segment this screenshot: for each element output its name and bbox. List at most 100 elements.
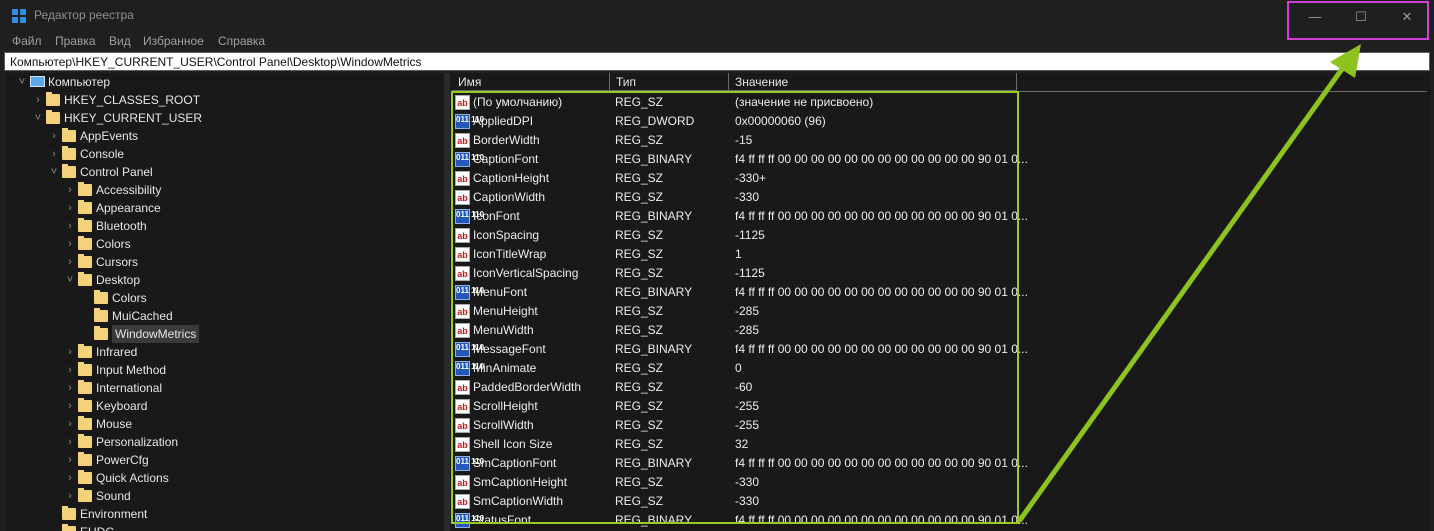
binary-value-icon: 011 110 [455, 342, 484, 357]
chevron-right-icon[interactable]: › [64, 217, 76, 235]
maximize-button[interactable]: ☐ [1341, 7, 1381, 27]
value-data: -255 [735, 418, 760, 432]
value-row[interactable]: 011 110 MessageFont REG_BINARY f4 ff ff ff … [450, 340, 1430, 359]
tree-item[interactable]: › International [6, 379, 444, 397]
value-type: REG_SZ [615, 171, 664, 185]
value-type: REG_SZ [615, 323, 664, 337]
chevron-right-icon[interactable]: › [64, 487, 76, 505]
tree-item[interactable]: ˅ Компьютер [6, 73, 444, 91]
chevron-right-icon[interactable]: › [64, 415, 76, 433]
chevron-right-icon[interactable]: › [64, 451, 76, 469]
menu-edit[interactable]: Правка [55, 34, 96, 48]
chevron-down-icon[interactable]: ˅ [64, 271, 76, 289]
tree-item[interactable]: ˅ HKEY_CURRENT_USER [6, 109, 444, 127]
address-bar[interactable]: Компьютер\HKEY_CURRENT_USER\Control Pane… [4, 52, 1430, 71]
tree-item[interactable]: › HKEY_CLASSES_ROOT [6, 91, 444, 109]
chevron-right-icon[interactable]: › [64, 469, 76, 487]
tree-item[interactable]: Environment [6, 505, 444, 523]
value-row[interactable]: ab IconVerticalSpacing REG_SZ -1125 [450, 264, 1430, 283]
tree-item[interactable]: › Input Method [6, 361, 444, 379]
chevron-right-icon[interactable]: › [48, 127, 60, 145]
value-data: -330 [735, 494, 760, 508]
tree-item[interactable]: › Sound [6, 487, 444, 505]
chevron-right-icon[interactable]: › [64, 397, 76, 415]
value-row[interactable]: ab ScrollWidth REG_SZ -255 [450, 416, 1430, 435]
menu-view[interactable]: Вид [109, 34, 131, 48]
value-row[interactable]: ab IconSpacing REG_SZ -1125 [450, 226, 1430, 245]
tree-item[interactable]: ˅ Desktop [6, 271, 444, 289]
chevron-right-icon[interactable]: › [64, 379, 76, 397]
chevron-right-icon[interactable]: › [64, 199, 76, 217]
chevron-right-icon[interactable]: › [64, 361, 76, 379]
value-row[interactable]: ab Shell Icon Size REG_SZ 32 [450, 435, 1430, 454]
tree-item[interactable]: MuiCached [6, 307, 444, 325]
tree-item[interactable]: › Appearance [6, 199, 444, 217]
value-row[interactable]: 011 110 IconFont REG_BINARY f4 ff ff ff 00 … [450, 207, 1430, 226]
value-data: -330 [735, 475, 760, 489]
chevron-right-icon[interactable]: › [48, 145, 60, 163]
menu-help[interactable]: Справка [218, 34, 265, 48]
tree-item[interactable]: EUDC [6, 523, 444, 531]
menu-file[interactable]: Файл [12, 34, 42, 48]
chevron-right-icon[interactable]: › [64, 181, 76, 199]
chevron-right-icon[interactable]: › [64, 433, 76, 451]
folder-icon [62, 506, 76, 520]
value-row[interactable]: 011 110 CaptionFont REG_BINARY f4 ff ff ff … [450, 150, 1430, 169]
value-row[interactable]: ab CaptionHeight REG_SZ -330+ [450, 169, 1430, 188]
value-row[interactable]: ab MenuWidth REG_SZ -285 [450, 321, 1430, 340]
chevron-down-icon[interactable]: ˅ [48, 163, 60, 181]
tree-item[interactable]: › Personalization [6, 433, 444, 451]
tree-item[interactable]: WindowMetrics [6, 325, 444, 343]
string-value-icon: ab [455, 228, 470, 243]
chevron-right-icon[interactable]: › [64, 343, 76, 361]
chevron-down-icon[interactable]: ˅ [32, 109, 44, 127]
tree-item[interactable]: › Quick Actions [6, 469, 444, 487]
value-row[interactable]: ab SmCaptionHeight REG_SZ -330 [450, 473, 1430, 492]
string-value-icon: ab [455, 494, 470, 509]
value-row[interactable]: 011 110 AppliedDPI REG_DWORD 0x00000060 (96… [450, 112, 1430, 131]
column-header-type[interactable]: Тип [610, 73, 729, 91]
chevron-right-icon[interactable]: › [64, 235, 76, 253]
value-row[interactable]: 011 110 MinAnimate REG_SZ 0 [450, 359, 1430, 378]
value-row[interactable]: ab ScrollHeight REG_SZ -255 [450, 397, 1430, 416]
value-name: CaptionHeight [473, 171, 550, 185]
value-row[interactable]: 011 110 StatusFont REG_BINARY f4 ff ff ff 0… [450, 511, 1430, 530]
tree-item[interactable]: › Colors [6, 235, 444, 253]
tree-item[interactable]: › Cursors [6, 253, 444, 271]
column-header-name[interactable]: Имя [452, 73, 610, 91]
value-name: PaddedBorderWidth [473, 380, 582, 394]
tree-item[interactable]: › Accessibility [6, 181, 444, 199]
value-row[interactable]: ab PaddedBorderWidth REG_SZ -60 [450, 378, 1430, 397]
tree-item[interactable]: › Mouse [6, 415, 444, 433]
tree-item[interactable]: Colors [6, 289, 444, 307]
value-name: IconTitleWrap [473, 247, 547, 261]
chevron-right-icon[interactable]: › [64, 253, 76, 271]
tree-item[interactable]: ˅ Control Panel [6, 163, 444, 181]
value-row[interactable]: 011 110 MenuFont REG_BINARY f4 ff ff ff 00 … [450, 283, 1430, 302]
folder-icon [62, 146, 76, 160]
column-header-data[interactable]: Значение [729, 73, 1017, 91]
value-row[interactable]: ab BorderWidth REG_SZ -15 [450, 131, 1430, 150]
folder-icon [78, 254, 92, 268]
tree-item[interactable]: › Keyboard [6, 397, 444, 415]
value-row[interactable]: 011 110 SmCaptionFont REG_BINARY f4 ff ff f… [450, 454, 1430, 473]
tree-item[interactable]: › Infrared [6, 343, 444, 361]
registry-key-tree[interactable]: ˅ Компьютер › HKEY_CLASSES_ROOT ˅ HKEY_CURREN… [6, 73, 444, 531]
menu-favorites[interactable]: Избранное [143, 34, 204, 48]
value-data: -1125 [735, 228, 765, 242]
value-data: 0 [735, 361, 742, 375]
value-row[interactable]: ab IconTitleWrap REG_SZ 1 [450, 245, 1430, 264]
tree-item[interactable]: › Bluetooth [6, 217, 444, 235]
tree-item[interactable]: › AppEvents [6, 127, 444, 145]
value-row[interactable]: ab SmCaptionWidth REG_SZ -330 [450, 492, 1430, 511]
tree-item[interactable]: › PowerCfg [6, 451, 444, 469]
tree-item[interactable]: › Console [6, 145, 444, 163]
chevron-right-icon[interactable]: › [32, 91, 44, 109]
value-row[interactable]: ab MenuHeight REG_SZ -285 [450, 302, 1430, 321]
minimize-button[interactable]: — [1295, 7, 1335, 27]
value-row[interactable]: ab (По умолчанию) REG_SZ (значение не присв… [450, 93, 1430, 112]
chevron-down-icon[interactable]: ˅ [16, 73, 28, 91]
folder-icon [46, 92, 60, 106]
close-button[interactable]: ✕ [1387, 7, 1427, 27]
value-row[interactable]: ab CaptionWidth REG_SZ -330 [450, 188, 1430, 207]
